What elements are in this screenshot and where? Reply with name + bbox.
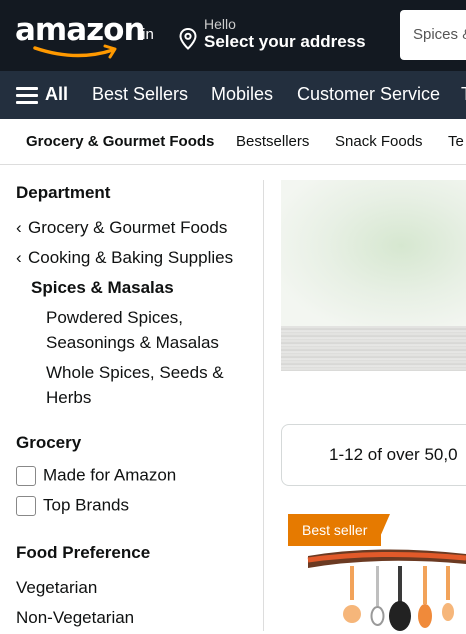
nav-mobiles[interactable]: Mobiles (211, 84, 273, 105)
breadcrumb-grocery[interactable]: ‹ Grocery & Gourmet Foods (16, 218, 227, 238)
address-greeting: Hello (204, 16, 236, 32)
subnav-bestsellers[interactable]: Bestsellers (236, 133, 309, 150)
checkbox-label: Top Brands (43, 495, 129, 515)
smile-arrow-icon (33, 44, 117, 59)
all-label: All (45, 84, 69, 104)
filter-sidebar: Department ‹ Grocery & Gourmet Foods ‹ Coo… (0, 165, 263, 631)
search-input[interactable]: Spices & (413, 26, 466, 43)
product-card[interactable]: Best seller (288, 514, 466, 634)
checkbox[interactable] (16, 465, 36, 486)
promo-banner[interactable] (281, 180, 466, 371)
nav-best-sellers[interactable]: Best Sellers (92, 84, 188, 105)
logo-wordmark: amazon (15, 12, 146, 48)
filter-vegetarian[interactable]: Vegetarian (16, 578, 97, 598)
top-header: amazon .in Hello Select your address Spi… (0, 0, 466, 71)
delivery-address[interactable]: Hello Select your address (179, 14, 379, 58)
subnav-snack-foods[interactable]: Snack Foods (335, 133, 423, 150)
filter-made-for-amazon[interactable]: Made for Amazon (16, 465, 176, 486)
badge-tail (376, 514, 390, 546)
subnav-grocery[interactable]: Grocery & Gourmet Foods (26, 133, 214, 150)
hamburger-icon (16, 87, 38, 104)
grocery-heading: Grocery (16, 433, 82, 452)
results-count: 1-12 of over 50,0 (329, 445, 458, 464)
chevron-left-icon: ‹ (16, 248, 22, 267)
subnav-next-item[interactable]: Te (448, 133, 464, 150)
category-subnav: Grocery & Gourmet Foods Bestsellers Snac… (0, 119, 466, 165)
subcategory-whole-spices[interactable]: Whole Spices, Seeds & Herbs (46, 360, 256, 410)
search-box[interactable]: Spices & (400, 10, 466, 60)
logo-domain-suffix: .in (138, 26, 154, 43)
breadcrumb-cooking-label: Cooking & Baking Supplies (28, 248, 234, 267)
subcategory-powdered-spices[interactable]: Powdered Spices, Seasonings & Masalas (46, 305, 256, 355)
nav-next-item[interactable]: T (461, 84, 466, 105)
banner-shelf (281, 326, 466, 371)
filter-non-vegetarian[interactable]: Non-Vegetarian (16, 608, 134, 628)
amazon-logo[interactable]: amazon .in (15, 10, 165, 60)
breadcrumb-cooking-baking[interactable]: ‹ Cooking & Baking Supplies (16, 248, 233, 268)
checkbox-label: Made for Amazon (43, 465, 177, 485)
product-image[interactable] (288, 546, 466, 634)
banner-background (281, 180, 466, 326)
filter-top-brands[interactable]: Top Brands (16, 495, 129, 516)
nav-customer-service[interactable]: Customer Service (297, 84, 440, 105)
location-pin-icon (179, 28, 197, 50)
sidebar-divider (263, 180, 264, 631)
chevron-left-icon: ‹ (16, 218, 22, 237)
department-heading: Department (16, 183, 111, 202)
best-seller-badge: Best seller (288, 514, 382, 546)
breadcrumb-grocery-label: Grocery & Gourmet Foods (28, 218, 228, 237)
checkbox[interactable] (16, 495, 36, 516)
main-nav: All Best Sellers Mobiles Customer Servic… (0, 71, 466, 119)
food-preference-heading: Food Preference (16, 543, 151, 562)
current-category: Spices & Masalas (31, 278, 174, 297)
results-summary: 1-12 of over 50,0 (281, 424, 466, 486)
address-prompt: Select your address (204, 32, 366, 51)
